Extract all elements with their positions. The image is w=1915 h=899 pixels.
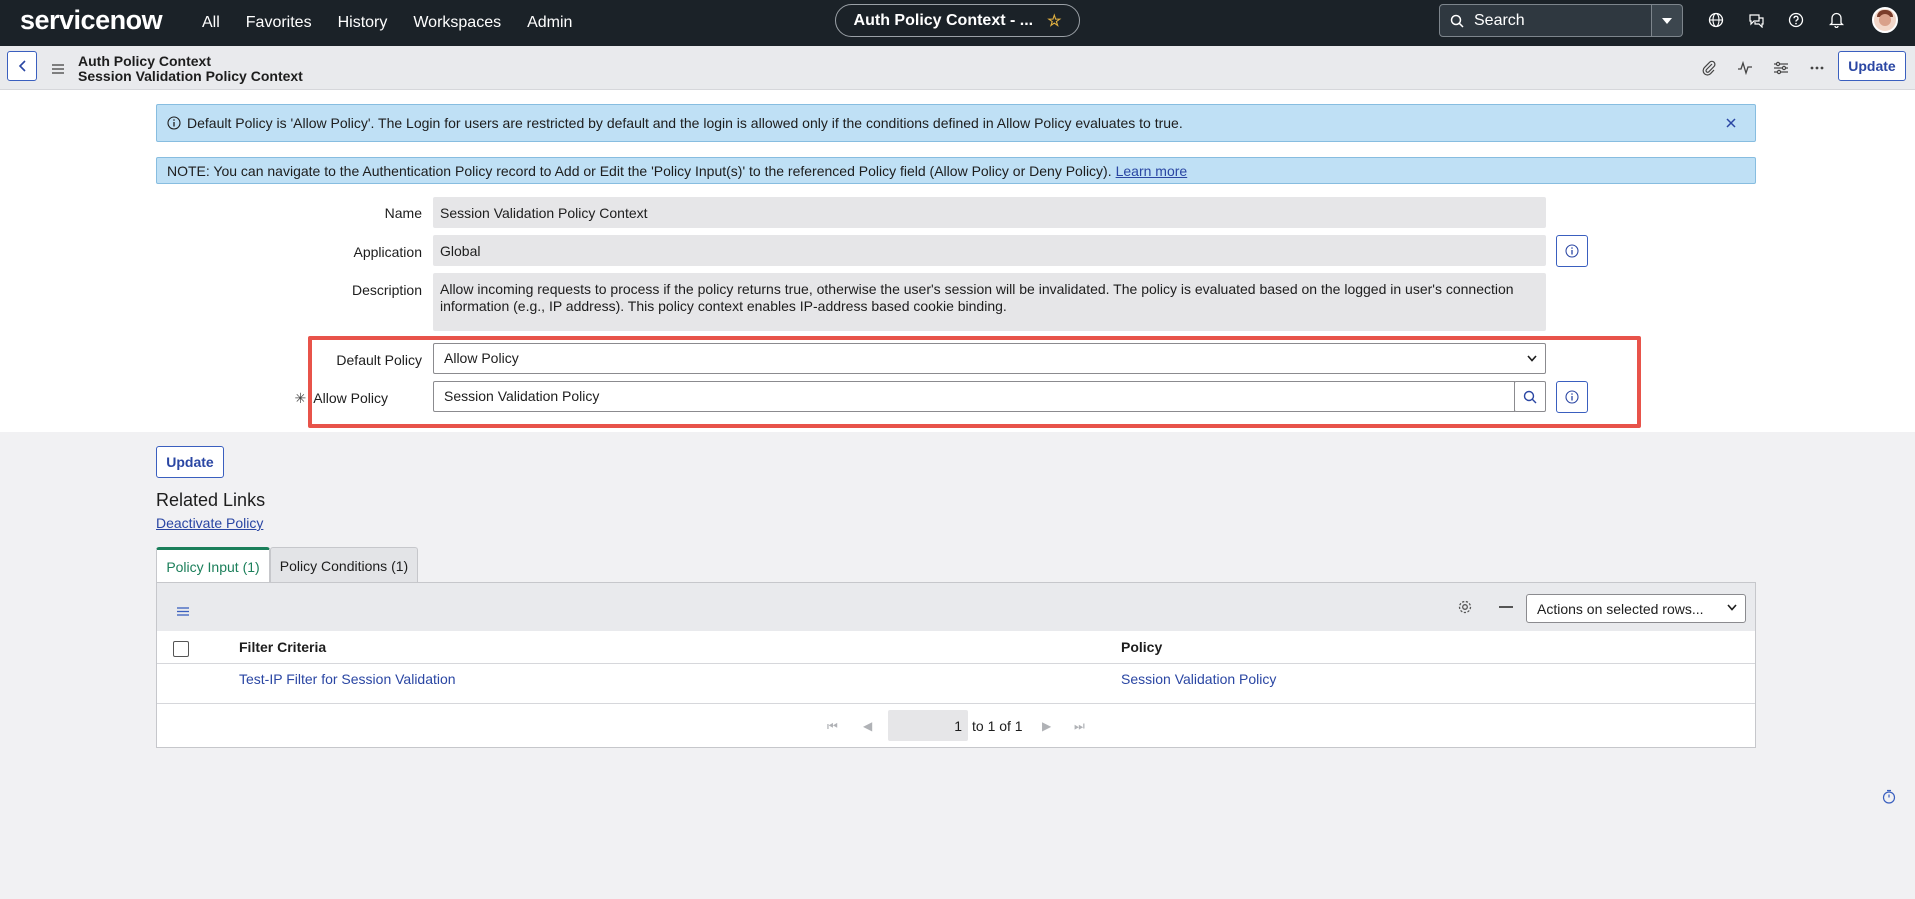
more-icon[interactable]: [1808, 59, 1826, 77]
tab-policy-input[interactable]: Policy Input (1): [156, 547, 270, 583]
actions-select[interactable]: Actions on selected rows...: [1526, 594, 1746, 623]
search-dropdown-button[interactable]: [1652, 4, 1683, 37]
prev-page-icon[interactable]: ◀: [863, 719, 872, 733]
deactivate-policy-link[interactable]: Deactivate Policy: [156, 515, 263, 531]
learn-more-link[interactable]: Learn more: [1116, 163, 1188, 179]
description-field: Allow incoming requests to process if th…: [433, 273, 1546, 331]
context-title: Auth Policy Context - ...: [853, 11, 1034, 29]
top-nav: servicenow All Favorites History Workspa…: [0, 0, 1915, 46]
gear-icon[interactable]: [1457, 599, 1473, 618]
form-title-table: Auth Policy Context: [78, 53, 212, 69]
update-button-header[interactable]: Update: [1838, 51, 1906, 81]
help-icon[interactable]: [1786, 10, 1806, 30]
nav-workspaces[interactable]: Workspaces: [413, 14, 501, 32]
name-label: Name: [384, 205, 422, 221]
form-title-record: Session Validation Policy Context: [78, 68, 303, 84]
filter-criteria-link[interactable]: Test-IP Filter for Session Validation: [239, 671, 456, 687]
form-header: Auth Policy Context Session Validation P…: [0, 46, 1915, 90]
page-number-input[interactable]: 1: [888, 710, 968, 741]
paperclip-icon[interactable]: [1700, 59, 1718, 77]
search-icon: [1450, 14, 1464, 28]
last-page-icon[interactable]: ⏭: [1074, 719, 1085, 734]
chevron-down-icon: [1727, 604, 1737, 611]
description-label: Description: [351, 282, 422, 298]
nav-history[interactable]: History: [338, 14, 388, 32]
application-label: Application: [353, 244, 423, 260]
application-field: Global: [433, 235, 1546, 266]
note-message-text: NOTE: You can navigate to the Authentica…: [167, 162, 1112, 179]
application-info-button[interactable]: [1556, 235, 1588, 267]
user-avatar[interactable]: [1872, 7, 1898, 33]
chevron-left-icon: [18, 60, 26, 72]
first-page-icon[interactable]: ⏮: [827, 719, 838, 734]
collapse-icon[interactable]: [1499, 606, 1513, 608]
nav-all[interactable]: All: [202, 14, 220, 32]
related-links-title: Related Links: [156, 490, 266, 510]
list-toolbar: Actions on selected rows...: [157, 583, 1755, 631]
pager: ⏮ ◀ 1 to 1 of 1 ▶ ⏭: [157, 704, 1755, 747]
hamburger-icon[interactable]: [52, 61, 64, 77]
search-placeholder: Search: [1474, 11, 1525, 29]
activity-icon[interactable]: [1736, 59, 1754, 77]
policy-input-list: Actions on selected rows... Filter Crite…: [156, 582, 1756, 748]
update-button[interactable]: Update: [156, 446, 224, 478]
select-all-checkbox[interactable]: [173, 641, 189, 657]
highlight-box: [308, 336, 1641, 428]
globe-icon[interactable]: [1706, 10, 1726, 30]
info-message-text: Default Policy is 'Allow Policy'. The Lo…: [187, 115, 1183, 131]
nav-admin[interactable]: Admin: [527, 14, 572, 32]
close-icon[interactable]: [1725, 116, 1737, 132]
caret-down-icon: [1662, 17, 1672, 24]
nav-favorites[interactable]: Favorites: [246, 14, 312, 32]
search-input[interactable]: Search: [1439, 4, 1652, 37]
timer-icon[interactable]: [1882, 789, 1896, 807]
star-icon[interactable]: ☆: [1047, 11, 1061, 31]
note-message: NOTE: You can navigate to the Authentica…: [156, 157, 1756, 184]
column-header-filter-criteria[interactable]: Filter Criteria: [239, 639, 326, 655]
bell-icon[interactable]: [1826, 10, 1846, 30]
policy-link[interactable]: Session Validation Policy: [1121, 671, 1276, 687]
info-circle-icon: [1565, 244, 1579, 258]
required-marker-icon: ✳: [294, 390, 307, 406]
chat-icon[interactable]: [1746, 10, 1766, 30]
next-page-icon[interactable]: ▶: [1042, 719, 1051, 733]
servicenow-logo[interactable]: servicenow: [20, 5, 163, 36]
list-menu-icon[interactable]: [177, 603, 189, 619]
top-icons: [1706, 10, 1866, 30]
back-button[interactable]: [7, 51, 37, 81]
nav-links: All Favorites History Workspaces Admin: [202, 0, 598, 46]
name-field: Session Validation Policy Context: [433, 197, 1546, 228]
sliders-icon[interactable]: [1772, 59, 1790, 77]
actions-select-value: Actions on selected rows...: [1537, 600, 1704, 617]
tab-policy-conditions[interactable]: Policy Conditions (1): [270, 547, 418, 583]
info-circle-icon: [167, 116, 181, 130]
pager-text: to 1 of 1: [972, 718, 1023, 734]
header-icons: [1700, 59, 1844, 77]
info-message: Default Policy is 'Allow Policy'. The Lo…: [156, 104, 1756, 142]
context-pill[interactable]: Auth Policy Context - ... ☆: [835, 4, 1080, 37]
column-header-policy[interactable]: Policy: [1121, 639, 1162, 655]
